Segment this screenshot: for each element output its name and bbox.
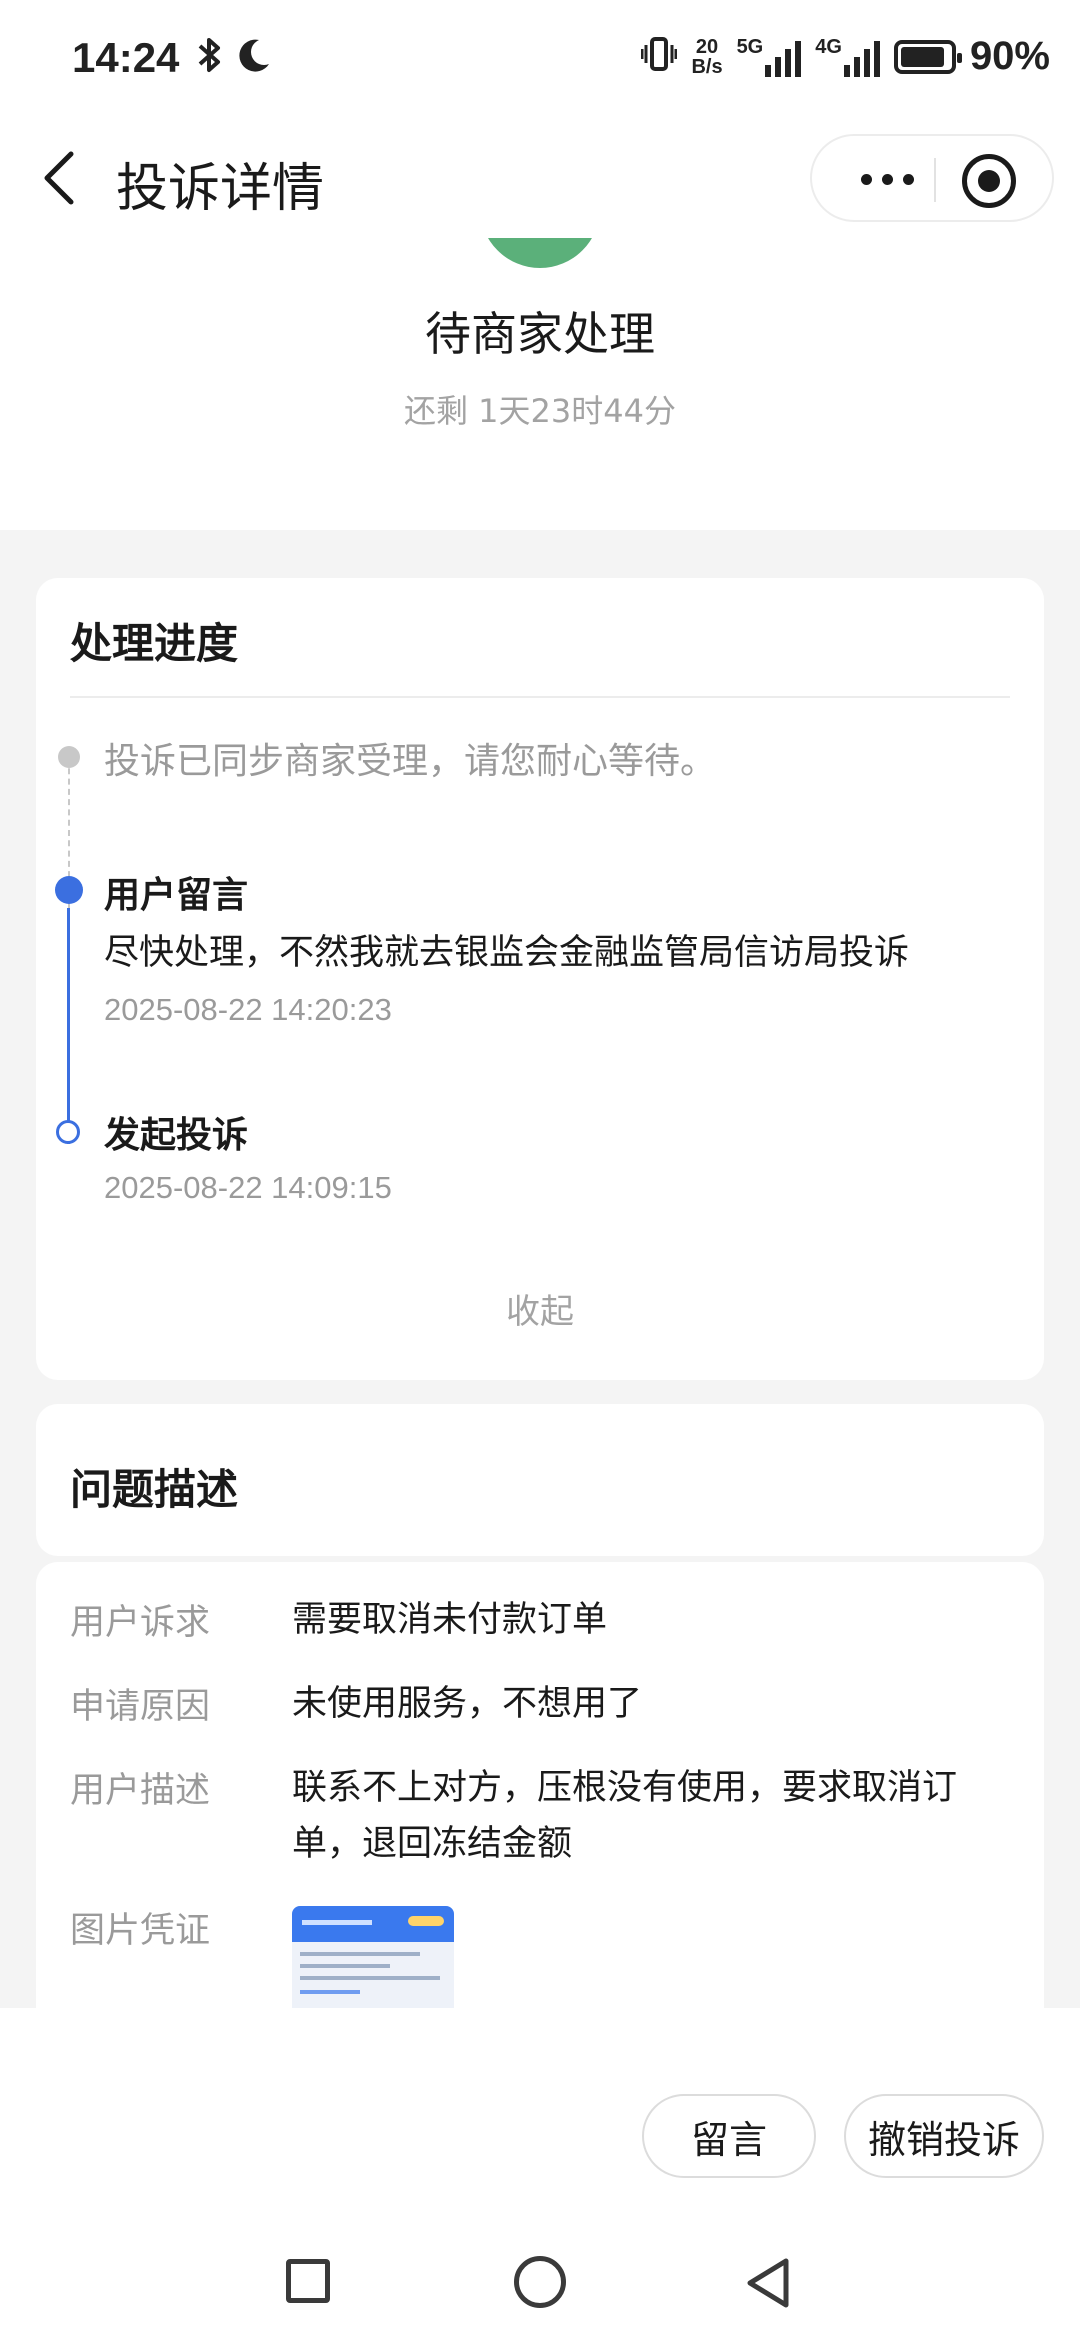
system-nav-bar (0, 2198, 1080, 2340)
info-value: 未使用服务，不想用了 (292, 1684, 643, 1724)
timeline-item-title: 发起投诉 (104, 1115, 249, 1156)
leave-message-button[interactable]: 留言 (642, 2094, 816, 2178)
timeline-dot (56, 1120, 80, 1144)
chevron-left-icon (44, 151, 74, 205)
network-speed: 20 B/s (691, 35, 723, 78)
battery-icon (893, 39, 962, 74)
status-header: 待商家处理 还剩 1天23时44分 (0, 238, 1080, 530)
timeline-item-time: 2025-08-22 14:09:15 (104, 1170, 392, 1205)
status-icon (480, 238, 600, 268)
description-info: 用户诉求 需要取消未付款订单 申请原因 未使用服务，不想用了 用户描述 联系不上… (36, 1562, 1044, 2010)
vibrate-icon (640, 35, 678, 78)
more-button[interactable] (844, 154, 930, 204)
signal-4g-icon (843, 37, 880, 77)
timeline-item-body: 尽快处理，不然我就去银监会金融监管局信访局投诉 (104, 933, 910, 973)
timeline-item-time: 2025-08-22 14:20:23 (104, 992, 392, 1027)
status-bar: 14:24 20 B/s 5G 4G 90% (0, 0, 1080, 120)
description-card: 问题描述 (36, 1404, 1044, 1556)
info-label: 图片凭证 (70, 1911, 211, 1951)
timeline-dot (58, 746, 80, 768)
timeline-dot-active (55, 876, 83, 904)
signal-5g-label: 5G (736, 35, 764, 58)
status-remaining-time: 还剩 1天23时44分 (404, 392, 676, 430)
status-title: 待商家处理 (425, 307, 655, 361)
bluetooth-icon (196, 38, 235, 83)
revoke-complaint-button[interactable]: 撤销投诉 (844, 2094, 1044, 2178)
more-dots-icon (860, 173, 872, 185)
system-back-button[interactable] (744, 2256, 792, 2314)
timeline-item-text: 投诉已同步商家受理，请您耐心等待。 (104, 741, 717, 782)
page-title: 投诉详情 (116, 159, 325, 219)
back-button[interactable] (28, 148, 88, 208)
info-value: 需要取消未付款订单 (292, 1600, 608, 1640)
status-time: 14:24 (72, 34, 180, 81)
triangle-back-icon (747, 2258, 789, 2308)
close-mini-program-button[interactable] (962, 154, 1016, 208)
battery-percent: 90% (969, 34, 1050, 78)
info-label: 用户描述 (70, 1771, 211, 1811)
description-title: 问题描述 (70, 1465, 239, 1514)
info-label: 用户诉求 (70, 1603, 211, 1643)
action-bar: 留言 撤销投诉 (0, 2008, 1080, 2198)
recent-apps-button[interactable] (286, 2259, 330, 2303)
collapse-button[interactable]: 收起 (36, 1284, 1044, 1333)
progress-title: 处理进度 (70, 619, 239, 668)
evidence-image-thumbnail[interactable] (292, 1906, 454, 2010)
nav-bar: 投诉详情 (0, 120, 1080, 238)
timeline-item-title: 用户留言 (104, 875, 249, 916)
info-value: 联系不上对方，压根没有使用，要求取消订单，退回冻结金额 (292, 1768, 958, 1864)
mini-program-capsule (810, 134, 1054, 222)
signal-4g-label: 4G (815, 35, 842, 58)
signal-5g-icon (765, 37, 802, 77)
home-button[interactable] (514, 2256, 566, 2308)
moon-icon (235, 39, 273, 83)
progress-card: 处理进度 投诉已同步商家受理，请您耐心等待。 用户留言 尽快处理，不然我就去银监… (36, 578, 1044, 1380)
info-label: 申请原因 (70, 1687, 211, 1727)
